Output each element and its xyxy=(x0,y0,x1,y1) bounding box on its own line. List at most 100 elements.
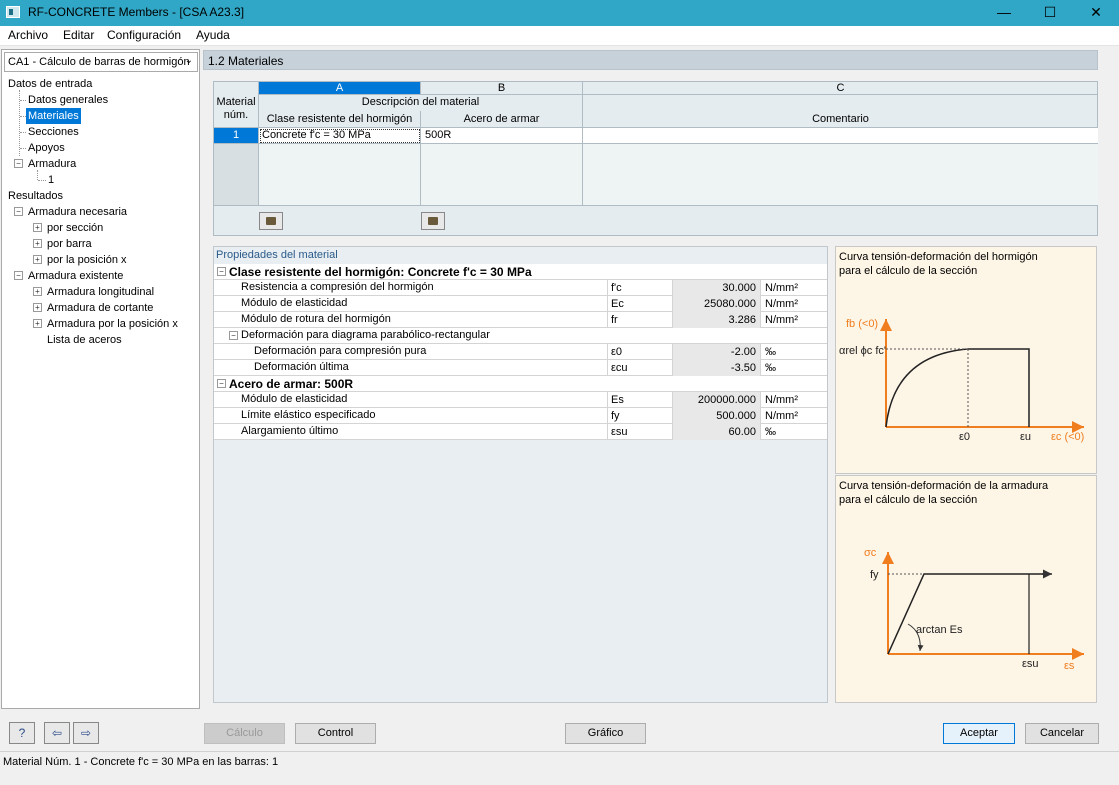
status-bar: Material Núm. 1 - Concrete f'c = 30 MPa … xyxy=(0,751,1119,771)
property-symbol: Ec xyxy=(607,296,672,312)
menu-ayuda[interactable]: Ayuda xyxy=(194,28,232,42)
tree-input-header[interactable]: Datos de entrada xyxy=(8,76,92,92)
column-letter-a[interactable]: A xyxy=(259,82,421,95)
tree-item-por-barra[interactable]: por barra xyxy=(47,236,92,252)
collapse-icon[interactable]: − xyxy=(14,159,23,168)
property-row: Módulo de elasticidad Es 200000.000 N/mm… xyxy=(214,392,827,408)
menu-archivo[interactable]: Archivo xyxy=(6,28,50,42)
collapse-icon[interactable]: − xyxy=(229,331,238,340)
expand-icon[interactable]: + xyxy=(33,319,42,328)
tree-item-armadura-posicion-x[interactable]: Armadura por la posición x xyxy=(47,316,178,332)
menu-configuracion[interactable]: Configuración xyxy=(105,28,183,42)
help-icon[interactable]: ? xyxy=(9,722,35,744)
table-header-description: Descripción del material xyxy=(259,95,583,111)
property-unit: ‰ xyxy=(760,360,827,376)
tree-item-datos-generales[interactable]: Datos generales xyxy=(28,92,108,108)
esu-label: εsu xyxy=(1022,658,1039,670)
collapse-icon[interactable]: − xyxy=(14,207,23,216)
table-header-material: Material xyxy=(216,96,256,108)
tree-item-armadura-existente[interactable]: Armadura existente xyxy=(28,268,123,284)
cancel-button[interactable]: Cancelar xyxy=(1025,723,1099,744)
property-value: 3.286 xyxy=(672,312,760,328)
property-unit: N/mm² xyxy=(760,392,827,408)
deform-group-label: Deformación para diagrama parabólico-rec… xyxy=(241,329,490,341)
slope-label: arctan Es xyxy=(916,624,963,636)
tree-item-armadura-1[interactable]: 1 xyxy=(48,172,54,188)
chevron-down-icon: ⌄ xyxy=(184,55,193,66)
table-cell-concrete[interactable]: Concrete f'c = 30 MPa xyxy=(259,128,421,144)
tree-item-secciones[interactable]: Secciones xyxy=(28,124,79,140)
property-name: Deformación para compresión pura xyxy=(254,345,427,357)
tree-item-armadura-cortante[interactable]: Armadura de cortante xyxy=(47,300,153,316)
concrete-curve xyxy=(885,348,1030,428)
case-selector[interactable]: CA1 - Cálculo de barras de hormigón ⌄ xyxy=(4,52,198,72)
tree-item-armadura-necesaria[interactable]: Armadura necesaria xyxy=(28,204,127,220)
window-title: RF-CONCRETE Members - [CSA A23.3] xyxy=(28,5,245,19)
expand-icon[interactable]: + xyxy=(33,303,42,312)
tree-item-materiales[interactable]: Materiales xyxy=(26,108,81,124)
minimize-button[interactable]: — xyxy=(981,0,1027,26)
ok-button[interactable]: Aceptar xyxy=(943,723,1015,744)
concrete-curve-figure: Curva tensión-deformación del hormigón p… xyxy=(835,246,1097,474)
library-book-icon[interactable] xyxy=(421,212,445,230)
menu-bar: Archivo Editar Configuración Ayuda xyxy=(0,26,1119,46)
table-row-num[interactable]: 1 xyxy=(214,128,259,144)
tree-item-por-posicion-x[interactable]: por la posición x xyxy=(47,252,127,268)
property-value: 200000.000 xyxy=(672,392,760,408)
status-text: Material Núm. 1 - Concrete f'c = 30 MPa … xyxy=(3,756,279,768)
maximize-button[interactable]: ☐ xyxy=(1027,0,1073,26)
close-button[interactable]: ✕ xyxy=(1073,0,1119,26)
property-symbol: fy xyxy=(607,408,672,424)
collapse-icon[interactable]: − xyxy=(14,271,23,280)
materials-table: Material núm. A B C Descripción del mate… xyxy=(213,81,1098,236)
property-value: -3.50 xyxy=(672,360,760,376)
property-value: 30.000 xyxy=(672,280,760,296)
expand-icon[interactable]: + xyxy=(33,239,42,248)
property-row: Módulo de rotura del hormigón fr 3.286 N… xyxy=(214,312,827,328)
property-value: -2.00 xyxy=(672,344,760,360)
collapse-icon[interactable]: − xyxy=(217,379,226,388)
app-icon xyxy=(6,6,20,18)
property-name: Módulo de elasticidad xyxy=(241,393,348,405)
tree-item-apoyos[interactable]: Apoyos xyxy=(28,140,65,156)
table-header-col-c: Comentario xyxy=(583,111,1098,128)
table-header-col-b: Acero de armar xyxy=(421,111,583,128)
y-axis-label: fb (<0) xyxy=(846,318,878,330)
expand-icon[interactable]: + xyxy=(33,287,42,296)
import-icon[interactable]: ⇦ xyxy=(44,722,70,744)
expand-icon[interactable]: + xyxy=(33,255,42,264)
deform-group-row: − Deformación para diagrama parabólico-r… xyxy=(214,328,827,344)
table-header-col-a: Clase resistente del hormigón xyxy=(259,111,421,128)
steel-curve-svg: σc fy arctan Es εsu εs xyxy=(864,547,1084,672)
property-row: Resistencia a compresión del hormigón f'… xyxy=(214,280,827,296)
expand-icon[interactable]: + xyxy=(33,223,42,232)
material-properties-panel: Propiedades del material − Clase resiste… xyxy=(213,246,828,703)
tree-item-armadura[interactable]: Armadura xyxy=(28,156,76,172)
calculation-button[interactable]: Cálculo xyxy=(204,723,285,744)
graphics-button[interactable]: Gráfico xyxy=(565,723,646,744)
tree-item-armadura-longitudinal[interactable]: Armadura longitudinal xyxy=(47,284,154,300)
steel-curve-figure: Curva tensión-deformación de la armadura… xyxy=(835,475,1097,703)
property-symbol: Es xyxy=(607,392,672,408)
tree-item-lista-aceros[interactable]: Lista de aceros xyxy=(47,332,122,348)
property-symbol: f'c xyxy=(607,280,672,296)
table-cell-comment[interactable] xyxy=(583,128,1098,144)
property-row: Módulo de elasticidad Ec 25080.000 N/mm² xyxy=(214,296,827,312)
fy-label: fy xyxy=(870,569,879,581)
column-letter-c[interactable]: C xyxy=(583,82,1098,95)
collapse-icon[interactable]: − xyxy=(217,267,226,276)
property-value: 60.00 xyxy=(672,424,760,440)
tree-item-por-seccion[interactable]: por sección xyxy=(47,220,103,236)
eu-label: εu xyxy=(1020,431,1031,443)
menu-editar[interactable]: Editar xyxy=(61,28,96,42)
library-book-icon[interactable] xyxy=(259,212,283,230)
control-button[interactable]: Control xyxy=(295,723,376,744)
column-letter-b[interactable]: B xyxy=(421,82,583,95)
property-name: Límite elástico especificado xyxy=(241,409,376,421)
navigator-pane: CA1 - Cálculo de barras de hormigón ⌄ Da… xyxy=(1,49,200,709)
section-title: 1.2 Materiales xyxy=(208,54,284,68)
export-icon[interactable]: ⇨ xyxy=(73,722,99,744)
tree-results-header[interactable]: Resultados xyxy=(8,188,63,204)
x-axis-label: εc (<0) xyxy=(1051,431,1084,443)
table-cell-steel[interactable]: 500R xyxy=(421,128,583,144)
